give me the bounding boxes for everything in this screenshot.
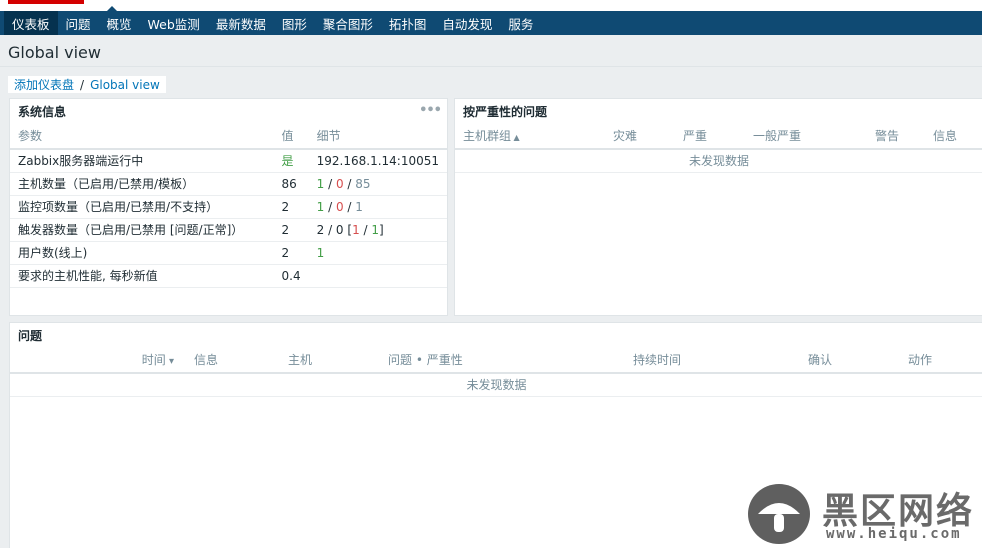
severity-table: 主机群组 灾难 严重 一般严重 警告 信息 未发现数据	[455, 123, 982, 173]
no-data-message: 未发现数据	[10, 373, 982, 397]
table-row: 未发现数据	[10, 373, 982, 397]
row-value: 2	[273, 241, 309, 265]
widget-title: 系统信息	[18, 104, 67, 119]
detail-separator: /	[343, 199, 356, 214]
detail-separator: /	[324, 176, 336, 191]
template-count: 85	[355, 176, 371, 191]
row-value: 2	[273, 218, 309, 242]
table-row: 未发现数据	[455, 149, 982, 173]
breadcrumb: 添加仪表盘 / Global view	[8, 76, 166, 93]
system-info-widget: 系统信息 ••• 参数 值 细节 Zabbix服务器端运行中 是 192.168…	[9, 98, 448, 316]
column-header-info: 信息	[925, 123, 982, 150]
table-row: 要求的主机性能, 每秒新值 0.4	[10, 264, 447, 288]
column-header-info: 信息	[182, 347, 280, 374]
column-header-host: 主机	[280, 347, 380, 374]
row-value: 86	[273, 172, 309, 196]
nav-item-problems[interactable]: 问题	[58, 11, 99, 35]
table-row: 触发器数量（已启用/已禁用 [问题/正常]） 2 2 / 0 [1 / 1]	[10, 218, 447, 242]
detail-prefix: 2 / 0 [	[316, 222, 353, 237]
column-header-average: 一般严重	[745, 123, 867, 150]
breadcrumb-separator: /	[80, 77, 85, 92]
row-param: 监控项数量（已启用/已禁用/不支持）	[10, 195, 274, 219]
ok-count: 1	[371, 222, 380, 237]
row-detail: 1 / 0 / 1	[308, 195, 447, 219]
widget-title: 按严重性的问题	[463, 104, 548, 119]
row-detail: 1 / 0 / 85	[308, 172, 447, 196]
column-header-duration: 持续时间	[625, 347, 800, 374]
row-value: 0.4	[273, 264, 309, 288]
column-header-actions: 动作	[900, 347, 982, 374]
nav-item-web[interactable]: Web监测	[140, 11, 208, 35]
detail-separator: /	[324, 199, 336, 214]
mushroom-logo-icon	[748, 484, 810, 544]
problem-count: 1	[352, 222, 360, 237]
problems-table: 时间 信息 主机 问题 • 严重性 持续时间 确认 动作 未发现数据	[10, 347, 982, 397]
widget-header: 系统信息 •••	[10, 99, 447, 123]
no-data-message: 未发现数据	[455, 149, 982, 173]
nav-item-latest-data[interactable]: 最新数据	[208, 11, 274, 35]
page-header: Global view	[0, 35, 982, 67]
column-header-high: 严重	[675, 123, 745, 150]
row-detail: 192.168.1.14:10051	[308, 149, 447, 173]
table-row: 用户数(线上) 2 1	[10, 241, 447, 265]
row-param: 触发器数量（已启用/已禁用 [问题/正常]）	[10, 218, 274, 242]
column-header-host-group[interactable]: 主机群组	[455, 123, 605, 150]
breadcrumb-add-dashboard-link[interactable]: 添加仪表盘	[14, 76, 74, 93]
nav-item-screens[interactable]: 聚合图形	[315, 11, 381, 35]
table-row: 监控项数量（已启用/已禁用/不支持） 2 1 / 0 / 1	[10, 195, 447, 219]
detail-separator: /	[343, 176, 356, 191]
nav-item-graphs[interactable]: 图形	[274, 11, 315, 35]
table-row: 主机数量（已启用/已禁用/模板） 86 1 / 0 / 85	[10, 172, 447, 196]
disabled-count: 0	[335, 176, 344, 191]
unsupported-count: 1	[355, 199, 363, 214]
zabbix-logo[interactable]	[8, 0, 84, 4]
table-row: Zabbix服务器端运行中 是 192.168.1.14:10051	[10, 149, 447, 173]
row-detail: 1	[308, 241, 447, 265]
nav-item-services[interactable]: 服务	[500, 11, 541, 35]
watermark-url: www.heiqu.com	[826, 526, 962, 542]
page-title: Global view	[8, 43, 101, 62]
ellipsis-icon[interactable]: •••	[419, 103, 442, 118]
column-header-value: 值	[273, 123, 309, 150]
row-detail: 2 / 0 [1 / 1]	[308, 218, 447, 242]
detail-separator: /	[359, 222, 372, 237]
widget-header: 问题	[10, 323, 982, 347]
column-header-problem-severity: 问题 • 严重性	[380, 347, 625, 374]
row-param: 要求的主机性能, 每秒新值	[10, 264, 274, 288]
column-header-warning: 警告	[867, 123, 925, 150]
widget-header: 按严重性的问题	[455, 99, 982, 123]
detail-suffix: ]	[379, 222, 384, 237]
nav-item-overview[interactable]: 概览	[99, 11, 140, 35]
column-header-detail: 细节	[308, 123, 447, 150]
column-header-disaster: 灾难	[605, 123, 675, 150]
column-header-time[interactable]: 时间	[10, 347, 182, 374]
column-header-param: 参数	[10, 123, 274, 150]
column-header-ack: 确认	[800, 347, 900, 374]
row-value: 是	[273, 149, 309, 173]
row-value: 2	[273, 195, 309, 219]
top-strip	[0, 0, 982, 11]
nav-item-maps[interactable]: 拓扑图	[381, 11, 435, 35]
row-param: 用户数(线上)	[10, 241, 274, 265]
watermark: 黑区网络 www.heiqu.com	[748, 480, 978, 546]
system-info-table: 参数 值 细节 Zabbix服务器端运行中 是 192.168.1.14:100…	[10, 123, 447, 288]
nav-item-dashboard[interactable]: 仪表板	[4, 11, 58, 35]
breadcrumb-current-link[interactable]: Global view	[90, 78, 160, 92]
row-param: 主机数量（已启用/已禁用/模板）	[10, 172, 274, 196]
nav-item-discovery[interactable]: 自动发现	[434, 11, 500, 35]
row-detail	[308, 264, 447, 288]
problems-by-severity-widget: 按严重性的问题 主机群组 灾难 严重 一般严重 警告 信息 未发现数据	[454, 98, 982, 316]
disabled-count: 0	[335, 199, 344, 214]
main-nav: 仪表板 问题 概览 Web监测 最新数据 图形 聚合图形 拓扑图 自动发现 服务	[0, 11, 982, 35]
widget-title: 问题	[18, 328, 43, 343]
row-param: Zabbix服务器端运行中	[10, 149, 274, 173]
